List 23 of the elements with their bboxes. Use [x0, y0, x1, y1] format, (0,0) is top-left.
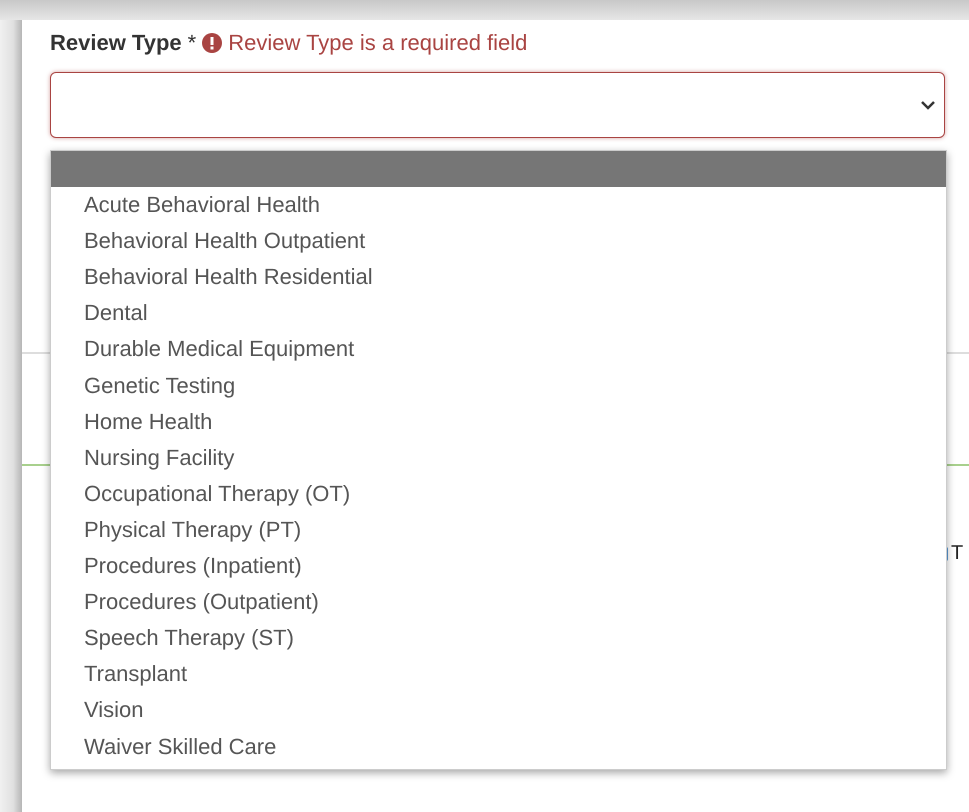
dropdown-option[interactable]: Nursing Facility — [51, 440, 946, 476]
dropdown-option[interactable]: Dental — [51, 295, 946, 332]
dropdown-option[interactable]: Genetic Testing — [51, 368, 946, 404]
dropdown-option[interactable]: Durable Medical Equipment — [51, 331, 946, 368]
dropdown-option[interactable]: Home Health — [51, 404, 946, 440]
dropdown-option[interactable]: Speech Therapy (ST) — [51, 620, 946, 656]
error-message: Review Type is a required field — [228, 30, 528, 56]
dropdown-option[interactable]: Acute Behavioral Health — [51, 187, 946, 224]
error-icon — [202, 33, 222, 53]
dropdown-option[interactable]: Physical Therapy (PT) — [51, 512, 946, 548]
dropdown-option[interactable]: Occupational Therapy (OT) — [51, 476, 946, 512]
dropdown-option[interactable]: Procedures (Inpatient) — [51, 548, 946, 584]
field-label: Review Type — [50, 30, 182, 56]
dropdown-option[interactable]: Vision — [51, 692, 946, 728]
select-field[interactable] — [50, 72, 945, 138]
dropdown-option[interactable]: Behavioral Health Outpatient — [51, 223, 946, 260]
dropdown-option[interactable]: Transplant — [51, 656, 946, 692]
chevron-down-icon — [920, 99, 936, 111]
dropdown-option[interactable]: Procedures (Outpatient) — [51, 584, 946, 620]
required-mark: * — [188, 30, 196, 56]
dropdown-option[interactable]: Behavioral Health Residential — [51, 259, 946, 296]
dropdown-option[interactable]: Waiver Skilled Care — [51, 728, 946, 765]
background-text: T — [951, 542, 964, 565]
